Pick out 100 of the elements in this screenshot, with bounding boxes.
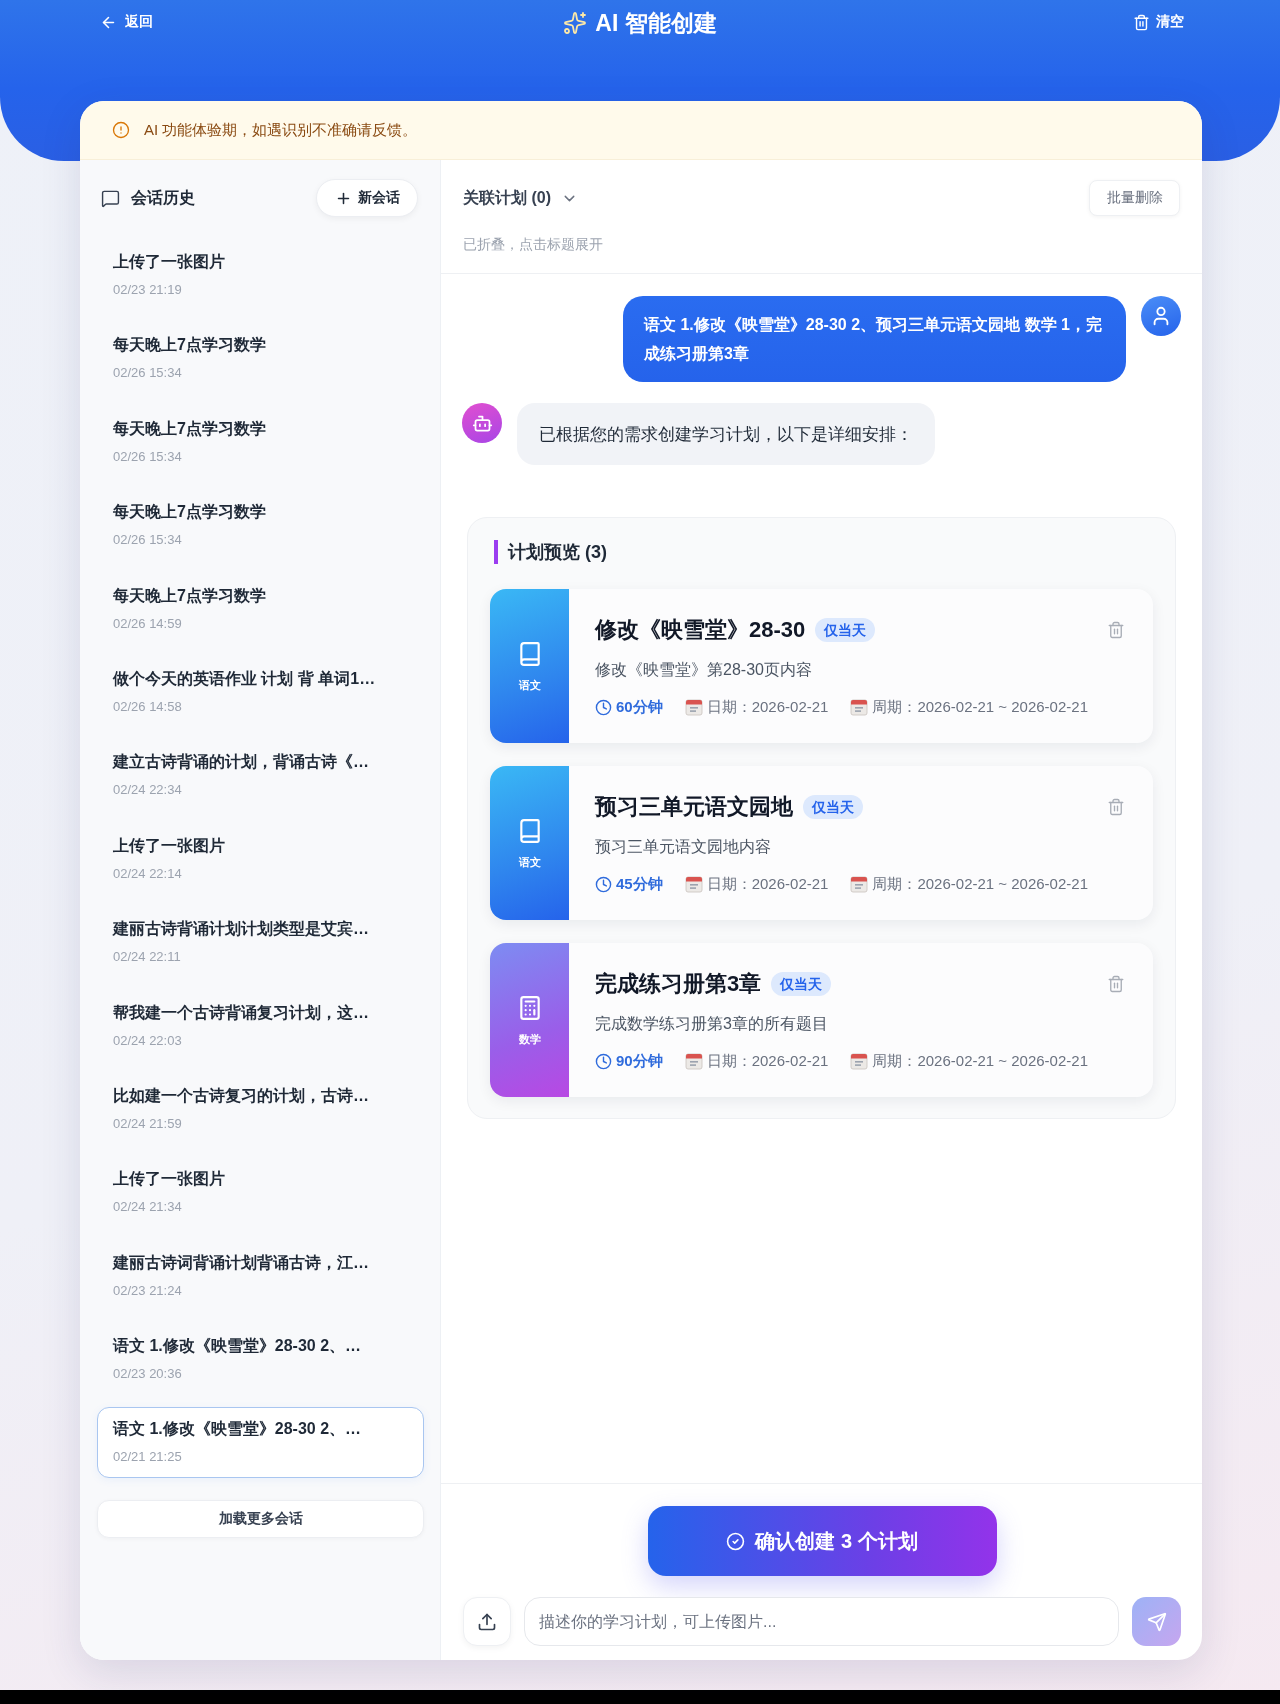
history-item[interactable]: 语文 1.修改《映雪堂》28-30 2、… 02/21 21:25 <box>97 1407 424 1479</box>
calendar-icon <box>850 1052 869 1070</box>
page-title: AI 智能创建 <box>595 9 717 38</box>
frequency-badge: 仅当天 <box>803 795 863 819</box>
history-time: 02/23 21:19 <box>113 281 182 299</box>
history-time: 02/24 21:34 <box>113 1198 182 1217</box>
plan-description: 预习三单元语文园地内容 <box>595 837 772 857</box>
clock-icon <box>595 875 612 893</box>
history-title: 每天晚上7点学习数学 <box>113 335 266 356</box>
history-item[interactable]: 每天晚上7点学习数学 02/26 15:34 <box>97 406 424 478</box>
history-item[interactable]: 每天晚上7点学习数学 02/26 15:34 <box>97 490 424 562</box>
history-time: 02/26 15:34 <box>113 531 182 550</box>
notice-text: AI 功能体验期，如遇识别不准确请反馈。 <box>144 120 418 140</box>
user-message-bubble: 语文 1.修改《映雪堂》28-30 2、预习三单元语文园地 数学 1，完成练习册第3章 <box>623 296 1126 382</box>
history-title: 比如建一个古诗复习的计划，古诗… <box>113 1085 369 1106</box>
related-plans-toggle[interactable]: 关联计划 (0) <box>463 179 578 217</box>
history-item[interactable]: 上传了一张图片 02/23 21:19 <box>97 240 424 311</box>
subject-label: 语文 <box>518 854 541 869</box>
history-item[interactable]: 语文 1.修改《映雪堂》28-30 2、… 02/23 20:36 <box>97 1324 424 1396</box>
plan-title: 预习三单元语文园地 <box>595 794 793 820</box>
new-chat-button[interactable]: 新会话 <box>316 179 418 217</box>
plan-description: 完成数学练习册第3章的所有题目 <box>595 1014 829 1034</box>
plan-period: 周期：2026-02-21 ~ 2026-02-21 <box>872 1051 1088 1071</box>
history-title: 帮我建一个古诗背诵复习计划，这… <box>113 1002 369 1023</box>
user-icon <box>1141 296 1181 336</box>
history-item[interactable]: 上传了一张图片 02/24 22:14 <box>97 823 424 895</box>
history-time: 02/24 22:14 <box>113 864 182 883</box>
alert-icon <box>112 121 130 139</box>
history-time: 02/23 21:24 <box>113 1281 182 1300</box>
history-time: 02/24 22:11 <box>113 948 181 967</box>
check-circle-icon <box>726 1531 746 1551</box>
trash-icon <box>1133 13 1150 31</box>
history-title: 建立古诗背诵的计划，背诵古诗《… <box>113 752 369 773</box>
history-item[interactable]: 上传了一张图片 02/24 21:34 <box>97 1157 424 1229</box>
history-time: 02/23 20:36 <box>113 1365 182 1384</box>
trash-icon[interactable] <box>1107 621 1125 639</box>
history-title: 上传了一张图片 <box>113 252 225 272</box>
plan-duration: 90分钟 <box>616 1051 663 1071</box>
history-time: 02/21 21:25 <box>113 1448 182 1467</box>
back-button[interactable]: 返回 <box>96 8 157 36</box>
history-time: 02/24 22:03 <box>113 1031 182 1050</box>
trash-icon[interactable] <box>1107 798 1125 816</box>
chat-icon <box>101 188 120 208</box>
history-item[interactable]: 建丽古诗背诵计划计划类型是艾宾… 02/24 22:11 <box>97 907 424 979</box>
history-title: 每天晚上7点学习数学 <box>113 418 266 439</box>
plan-date: 日期：2026-02-21 <box>706 874 829 894</box>
calendar-icon <box>684 875 703 893</box>
plan-date: 日期：2026-02-21 <box>706 1051 829 1071</box>
history-item[interactable]: 比如建一个古诗复习的计划，古诗… 02/24 21:59 <box>97 1073 424 1145</box>
history-time: 02/26 14:58 <box>113 697 182 716</box>
subject-label: 数学 <box>518 1031 541 1046</box>
history-time: 02/26 15:34 <box>113 364 182 383</box>
history-item[interactable]: 帮我建一个古诗背诵复习计划，这… 02/24 22:03 <box>97 990 424 1062</box>
history-item[interactable]: 建立古诗背诵的计划，背诵古诗《… 02/24 22:34 <box>97 740 424 812</box>
history-title: 上传了一张图片 <box>113 1169 225 1190</box>
history-title: 语文 1.修改《映雪堂》28-30 2、… <box>113 1419 362 1440</box>
plan-title: 完成练习册第3章 <box>595 971 762 997</box>
bot-message-bubble: 已根据您的需求创建学习计划，以下是详细安排： <box>517 403 935 465</box>
clock-icon <box>595 698 612 716</box>
history-item[interactable]: 建丽古诗词背诵计划背诵古诗，江… 02/23 21:24 <box>97 1240 424 1312</box>
history-item[interactable]: 每天晚上7点学习数学 02/26 15:34 <box>97 323 424 395</box>
confirm-create-button[interactable]: 确认创建 3 个计划 <box>647 1506 997 1576</box>
plan-duration: 45分钟 <box>616 874 663 894</box>
plan-description: 修改《映雪堂》第28-30页内容 <box>595 660 813 680</box>
load-more-button[interactable]: 加载更多会话 <box>97 1500 424 1539</box>
plan-title: 修改《映雪堂》28-30 <box>595 617 806 643</box>
history-time: 02/24 21:59 <box>113 1114 182 1133</box>
history-title: 上传了一张图片 <box>113 835 225 856</box>
history-time: 02/24 22:34 <box>113 781 182 800</box>
robot-icon <box>462 403 502 443</box>
batch-delete-button[interactable]: 批量删除 <box>1089 180 1180 216</box>
history-title: 建丽古诗背诵计划计划类型是艾宾… <box>113 919 369 940</box>
trash-icon[interactable] <box>1107 975 1125 993</box>
calendar-icon <box>684 1052 703 1070</box>
plan-period: 周期：2026-02-21 ~ 2026-02-21 <box>872 874 1088 894</box>
panel-title: 计划预览 (3) <box>494 540 1153 564</box>
plan-date: 日期：2026-02-21 <box>706 697 829 717</box>
calendar-icon <box>684 698 703 716</box>
history-title: 建丽古诗词背诵计划背诵古诗，江… <box>113 1252 369 1273</box>
history-title: 语文 1.修改《映雪堂》28-30 2、… <box>113 1336 362 1357</box>
sparkles-icon <box>563 11 588 35</box>
frequency-badge: 仅当天 <box>771 972 832 996</box>
subject-label: 语文 <box>518 677 541 692</box>
collapsed-hint: 已折叠，点击标题展开 <box>463 235 604 254</box>
history-title: 每天晚上7点学习数学 <box>113 585 266 606</box>
clear-button[interactable]: 清空 <box>1129 8 1188 36</box>
message-input[interactable]: 描述你的学习计划，可上传图片... <box>524 1597 1119 1646</box>
history-item[interactable]: 做个今天的英语作业 计划 背 单词1… 02/26 14:58 <box>97 656 424 728</box>
upload-icon <box>477 1611 497 1632</box>
sidebar-title: 会话历史 <box>131 187 195 208</box>
plan-period: 周期：2026-02-21 ~ 2026-02-21 <box>872 697 1088 717</box>
upload-button[interactable] <box>463 1597 511 1646</box>
send-icon <box>1146 1611 1167 1632</box>
calendar-icon <box>850 698 869 716</box>
history-time: 02/26 14:59 <box>113 614 182 633</box>
history-title: 做个今天的英语作业 计划 背 单词1… <box>113 668 376 689</box>
clock-icon <box>595 1052 612 1070</box>
calendar-icon <box>850 875 869 893</box>
frequency-badge: 仅当天 <box>815 618 876 642</box>
history-item[interactable]: 每天晚上7点学习数学 02/26 14:59 <box>97 573 424 645</box>
